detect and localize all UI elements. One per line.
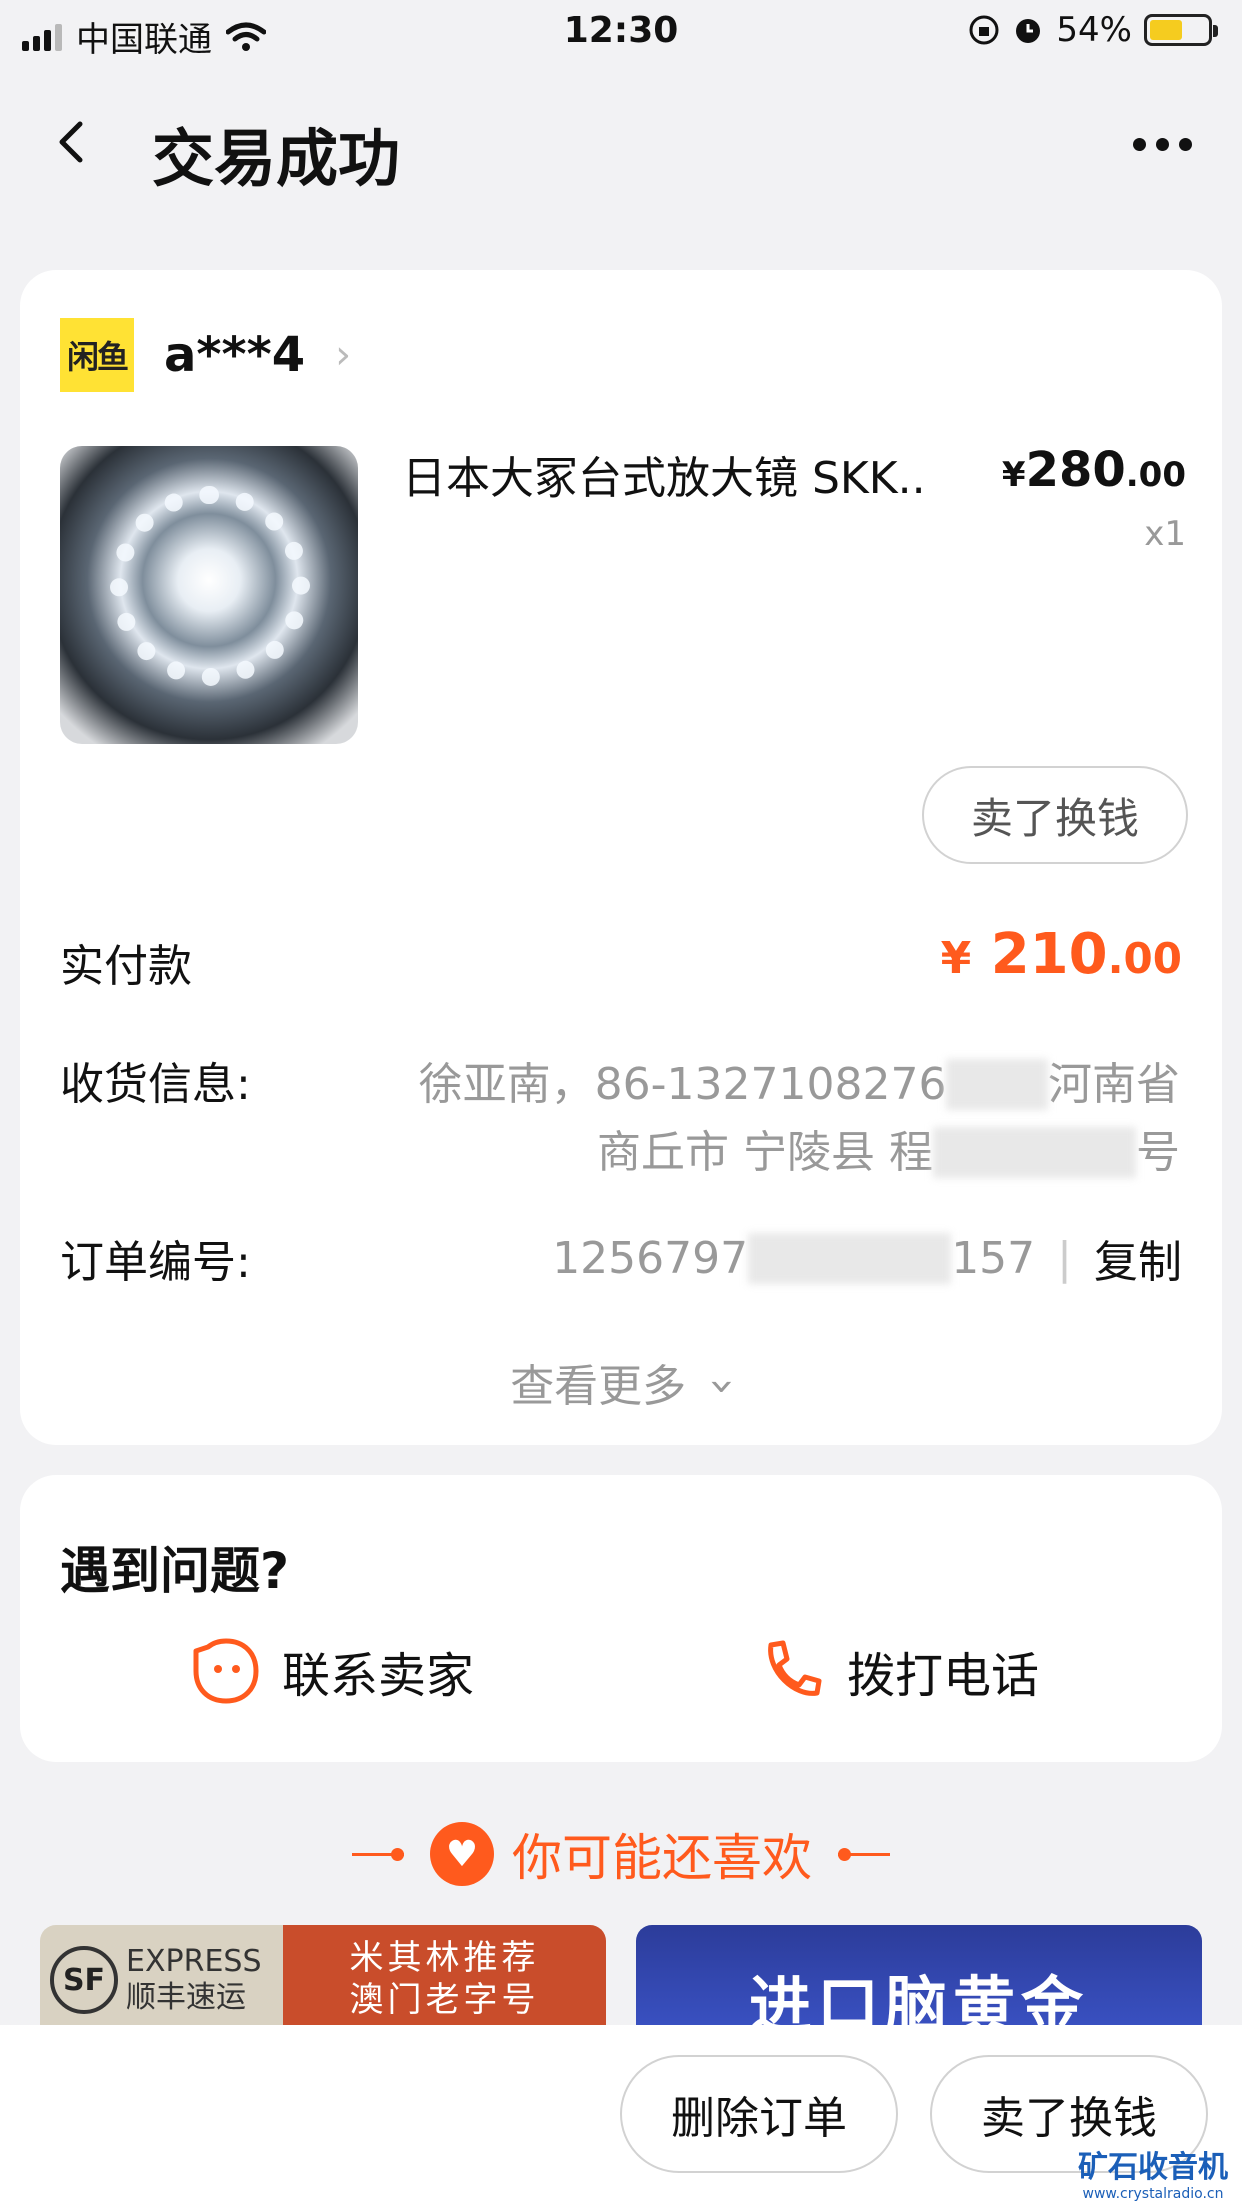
status-bar: 中国联通 12:30 54%	[0, 0, 1242, 62]
order-card: 闲鱼 a***4 › 日本大冢台式放大镜 SKK.. ¥280.00 x1 卖了…	[20, 270, 1222, 1445]
xianyu-logo: 闲鱼	[60, 318, 134, 392]
order-number: 1256797██████157 | 复制	[552, 1226, 1182, 1290]
shipping-label: 收货信息:	[60, 1059, 251, 1110]
help-title: 遇到问题?	[60, 1542, 290, 1600]
decor-line-left	[352, 1847, 404, 1861]
rotation-lock-icon	[969, 15, 999, 45]
alarm-icon	[1016, 19, 1041, 43]
chat-bubble-icon	[193, 1638, 259, 1704]
battery-percent: 54%	[1056, 10, 1132, 50]
product-name[interactable]: 日本大冢台式放大镜 SKK..	[402, 442, 926, 506]
bottom-action-bar: 删除订单 卖了换钱 矿石收音机 www.crystalradio.cn	[0, 2025, 1242, 2208]
product-image[interactable]	[60, 446, 358, 744]
seller-row[interactable]: 闲鱼 a***4 ›	[60, 318, 351, 392]
sell-button[interactable]: 卖了换钱	[922, 766, 1188, 864]
battery-icon	[1144, 14, 1218, 46]
nav-header: 交易成功	[0, 90, 1242, 200]
page-title: 交易成功	[152, 122, 401, 195]
shipping-info-line1: 徐亚南，86-1327108276███河南省	[418, 1059, 1180, 1110]
redacted-block: ██████	[748, 1232, 952, 1284]
chevron-down-icon: ›	[697, 1377, 749, 1396]
contact-seller-button[interactable]: 联系卖家	[190, 1635, 474, 1707]
help-card: 遇到问题? 联系卖家 拨打电话	[20, 1475, 1222, 1762]
delete-order-button[interactable]: 删除订单	[620, 2055, 898, 2173]
recommend-banner-product[interactable]: 进口脑黄金	[636, 1925, 1202, 2035]
recommend-banner-sf[interactable]: SF EXPRESS 顺丰速运 米其林推荐 澳门老字号	[40, 1925, 606, 2035]
paid-amount: ¥ 210.00	[940, 922, 1182, 987]
chevron-right-icon: ›	[335, 332, 352, 378]
redacted-block: ███	[946, 1059, 1048, 1110]
copy-order-number-button[interactable]: 复制	[1094, 1226, 1182, 1290]
redacted-block: ██████	[932, 1127, 1136, 1178]
decor-line-right	[838, 1847, 890, 1861]
view-more-button[interactable]: 查看更多 ›	[20, 1350, 1222, 1414]
shipping-info-line2: 商丘市 宁陵县 程██████号	[596, 1127, 1180, 1178]
phone-icon	[768, 1640, 822, 1696]
watermark: 矿石收音机 www.crystalradio.cn	[1078, 2150, 1228, 2202]
product-quantity: x1	[1144, 514, 1186, 554]
more-options-icon[interactable]	[1133, 138, 1192, 151]
call-phone-button[interactable]: 拨打电话	[755, 1635, 1039, 1707]
seller-name: a***4	[164, 327, 306, 383]
divider: |	[1057, 1232, 1072, 1284]
recommend-title: ♥ 你可能还喜欢	[0, 1818, 1242, 1890]
product-price: ¥280.00	[1001, 442, 1186, 498]
paid-label: 实付款	[60, 941, 192, 992]
order-number-label: 订单编号:	[60, 1237, 251, 1288]
heart-icon: ♥	[430, 1822, 494, 1886]
sf-logo: SF	[50, 1946, 118, 2014]
back-arrow-icon[interactable]	[50, 120, 94, 164]
